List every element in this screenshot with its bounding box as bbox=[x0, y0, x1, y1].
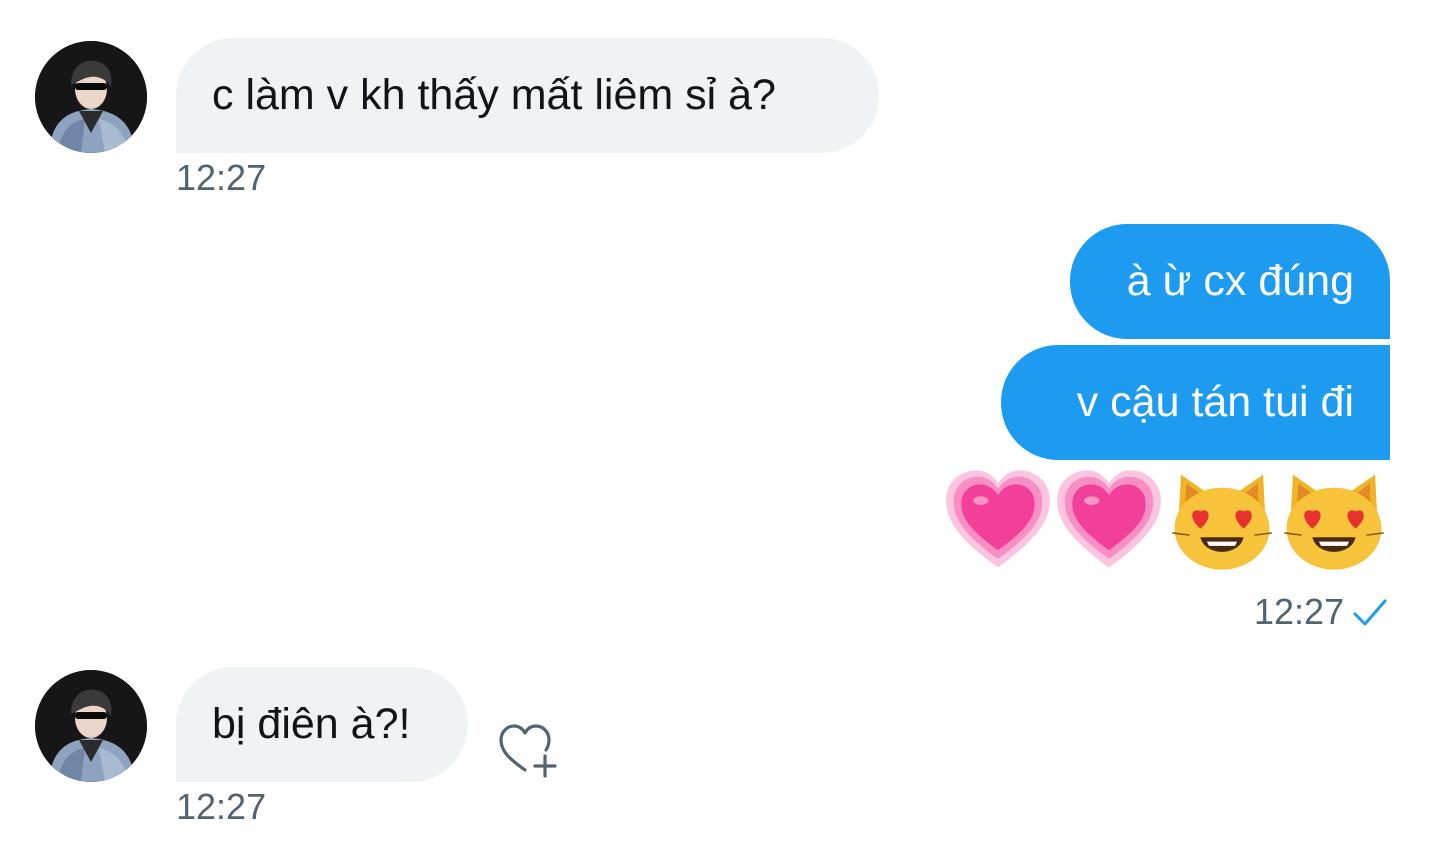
message-text: v cậu tán tui đi bbox=[1076, 378, 1354, 426]
growing-heart-emoji bbox=[944, 466, 1052, 574]
message-timestamp: 12:27 bbox=[176, 157, 267, 198]
message-bubble-outgoing[interactable]: v cậu tán tui đi bbox=[1001, 345, 1390, 460]
heart-eyes-cat-emoji bbox=[1168, 466, 1276, 574]
message-bubble-incoming[interactable]: c làm v kh thấy mất liêm sỉ à? bbox=[176, 38, 879, 153]
avatar[interactable] bbox=[35, 670, 147, 782]
message-text: c làm v kh thấy mất liêm sỉ à? bbox=[212, 71, 776, 119]
sent-check-icon bbox=[1352, 598, 1388, 628]
message-bubble-incoming[interactable]: bị điên à?! bbox=[176, 667, 468, 782]
growing-heart-emoji bbox=[1055, 466, 1163, 574]
add-reaction-icon[interactable] bbox=[497, 722, 559, 778]
avatar[interactable] bbox=[35, 41, 147, 153]
message-text: bị điên à?! bbox=[212, 700, 411, 748]
heart-eyes-cat-emoji bbox=[1280, 466, 1388, 574]
message-text: à ừ cx đúng bbox=[1126, 257, 1354, 305]
message-bubble-outgoing[interactable]: à ừ cx đúng bbox=[1070, 224, 1390, 339]
message-timestamp: 12:27 bbox=[176, 786, 267, 827]
dm-conversation: c làm v kh thấy mất liêm sỉ à? 12:27 à ừ… bbox=[0, 0, 1439, 860]
message-timestamp: 12:27 bbox=[1254, 591, 1345, 632]
